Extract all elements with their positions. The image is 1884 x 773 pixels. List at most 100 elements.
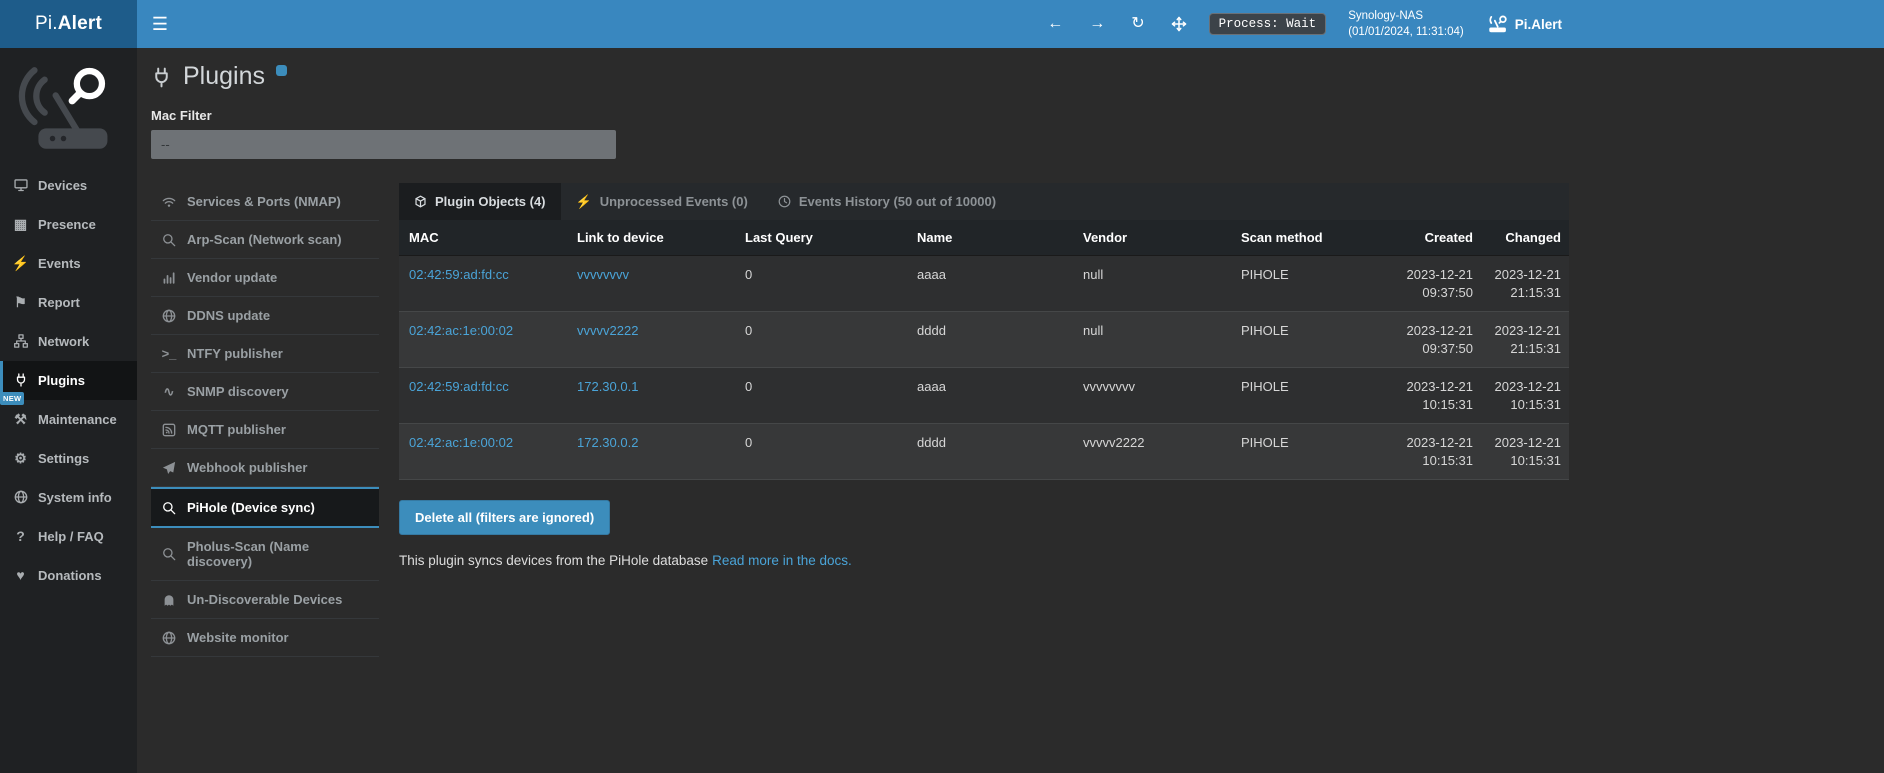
- plugin-nav-item-un-discoverable-devices[interactable]: Un-Discoverable Devices: [151, 581, 379, 619]
- sidebar-item-events[interactable]: ⚡Events: [0, 244, 137, 283]
- plug-icon: [12, 373, 29, 387]
- tab-label: Plugin Objects (4): [435, 194, 546, 209]
- sidebar-item-help-faq[interactable]: ? Help / FAQ: [0, 517, 137, 556]
- plugin-nav-item-vendor-update[interactable]: Vendor update: [151, 259, 379, 297]
- cell-name: dddd: [907, 424, 1073, 480]
- column-header-vendor: Vendor: [1073, 220, 1231, 256]
- sidebar-item-donations[interactable]: ♥ Donations: [0, 556, 137, 595]
- tab-plugin-objects-4[interactable]: Plugin Objects (4): [399, 183, 561, 220]
- paper-plane-icon: [161, 461, 177, 475]
- plugin-nav-item-services-ports-nmap[interactable]: Services & Ports (NMAP): [151, 183, 379, 221]
- sidebar-item-maintenance[interactable]: ⚒MaintenanceNEW: [0, 400, 137, 439]
- tab-events-history-50-out-of-10000[interactable]: Events History (50 out of 10000): [763, 183, 1011, 220]
- device-link[interactable]: vvvvvvvv: [577, 267, 629, 282]
- plugin-nav-item-pholus-scan-name-discovery[interactable]: Pholus-Scan (Name discovery): [151, 528, 379, 581]
- mac-link[interactable]: 02:42:ac:1e:00:02: [409, 435, 513, 450]
- logo-text-bold: Alert: [58, 13, 102, 35]
- cell-name: dddd: [907, 312, 1073, 368]
- cell-scan-method: PIHOLE: [1231, 312, 1389, 368]
- mac-filter-input[interactable]: [151, 130, 616, 159]
- sidebar-item-label: Help / FAQ: [38, 529, 104, 544]
- sitemap-icon: [12, 334, 29, 348]
- plugin-nav-label: Website monitor: [187, 630, 289, 645]
- host-name: Synology-NAS: [1348, 8, 1464, 24]
- arrow-left-icon: ←: [1047, 16, 1063, 32]
- header-nav-controls: ← → ↻: [1047, 16, 1186, 32]
- rss-square-icon: [161, 423, 177, 437]
- device-link[interactable]: vvvvv2222: [577, 323, 638, 338]
- globe-icon: [161, 631, 177, 645]
- sidebar-item-label: Devices: [38, 178, 87, 193]
- tools-icon: ⚒: [12, 412, 29, 426]
- mac-link[interactable]: 02:42:59:ad:fd:cc: [409, 379, 509, 394]
- cell-name: aaaa: [907, 368, 1073, 424]
- delete-all-button[interactable]: Delete all (filters are ignored): [399, 500, 610, 535]
- heart-icon: ♥: [12, 568, 29, 582]
- sidebar-item-settings[interactable]: ⚙Settings: [0, 439, 137, 478]
- sidebar-item-report[interactable]: ⚑Report: [0, 283, 137, 322]
- mac-link[interactable]: 02:42:59:ad:fd:cc: [409, 267, 509, 282]
- question-icon: ?: [12, 529, 29, 543]
- cell-scan-method: PIHOLE: [1231, 424, 1389, 480]
- plugin-objects-table-body: 02:42:59:ad:fd:ccvvvvvvvv0aaaanullPIHOLE…: [399, 256, 1569, 480]
- sidebar-menu: Devices▦Presence⚡Events⚑ReportNetworkPlu…: [0, 166, 137, 595]
- refresh-button[interactable]: ↻: [1131, 16, 1144, 32]
- cell-created: 2023-12-21 10:15:31: [1389, 424, 1481, 480]
- sidebar-item-label: System info: [38, 490, 112, 505]
- cell-changed: 2023-12-21 10:15:31: [1481, 368, 1569, 424]
- chart-bars-icon: [161, 271, 177, 285]
- move-button[interactable]: [1171, 16, 1187, 32]
- table-row: 02:42:59:ad:fd:ccvvvvvvvv0aaaanullPIHOLE…: [399, 256, 1569, 312]
- cell-link: vvvvv2222: [567, 312, 735, 368]
- plugin-nav-label: NTFY publisher: [187, 346, 283, 361]
- tab-unprocessed-events-0[interactable]: ⚡Unprocessed Events (0): [561, 183, 763, 220]
- move-icon: [1171, 16, 1187, 32]
- plugin-nav-item-ntfy-publisher[interactable]: >_NTFY publisher: [151, 335, 379, 373]
- sidebar-item-label: Report: [38, 295, 80, 310]
- plugin-nav-item-snmp-discovery[interactable]: ∿SNMP discovery: [151, 373, 379, 411]
- cell-vendor: null: [1073, 312, 1231, 368]
- device-link[interactable]: 172.30.0.2: [577, 435, 638, 450]
- sidebar-toggle-button[interactable]: ☰: [137, 0, 183, 48]
- title-help-badge[interactable]: [276, 65, 287, 76]
- cell-vendor: vvvvv2222: [1073, 424, 1231, 480]
- header-brand: Pi.Alert: [1486, 15, 1562, 34]
- arrow-right-icon: →: [1089, 16, 1105, 32]
- cell-vendor: null: [1073, 256, 1231, 312]
- cell-mac: 02:42:59:ad:fd:cc: [399, 368, 567, 424]
- cell-name: aaaa: [907, 256, 1073, 312]
- cell-mac: 02:42:ac:1e:00:02: [399, 424, 567, 480]
- sidebar-item-label: Events: [38, 256, 81, 271]
- sidebar-item-label: Donations: [38, 568, 102, 583]
- plugin-nav-label: Services & Ports (NMAP): [187, 194, 341, 209]
- plugin-nav-item-arp-scan-network-scan[interactable]: Arp-Scan (Network scan): [151, 221, 379, 259]
- mac-filter-label: Mac Filter: [151, 108, 1884, 123]
- device-link[interactable]: 172.30.0.1: [577, 379, 638, 394]
- table-row: 02:42:ac:1e:00:02172.30.0.20ddddvvvvv222…: [399, 424, 1569, 480]
- mac-link[interactable]: 02:42:ac:1e:00:02: [409, 323, 513, 338]
- plugin-nav-item-mqtt-publisher[interactable]: MQTT publisher: [151, 411, 379, 449]
- magnifier-icon: [161, 233, 177, 247]
- plugin-nav-label: MQTT publisher: [187, 422, 286, 437]
- column-header-scan-method: Scan method: [1231, 220, 1389, 256]
- docs-link[interactable]: Read more in the docs.: [712, 553, 852, 568]
- sidebar-item-devices[interactable]: Devices: [0, 166, 137, 205]
- sidebar-item-label: Maintenance: [38, 412, 117, 427]
- plugin-nav-item-pihole-device-sync[interactable]: PiHole (Device sync): [151, 487, 379, 528]
- sidebar-item-system-info[interactable]: System info: [0, 478, 137, 517]
- cell-last-query: 0: [735, 256, 907, 312]
- sidebar-item-label: Presence: [38, 217, 96, 232]
- forward-button[interactable]: →: [1089, 16, 1105, 32]
- sidebar-item-network[interactable]: Network: [0, 322, 137, 361]
- plugin-nav-item-website-monitor[interactable]: Website monitor: [151, 619, 379, 657]
- plugin-panel: Plugin Objects (4) ⚡Unprocessed Events (0…: [399, 183, 1569, 568]
- back-button[interactable]: ←: [1047, 16, 1063, 32]
- plugin-nav-label: Vendor update: [187, 270, 277, 285]
- plugin-nav-item-webhook-publisher[interactable]: Webhook publisher: [151, 449, 379, 487]
- sidebar-item-presence[interactable]: ▦Presence: [0, 205, 137, 244]
- column-header-mac: MAC: [399, 220, 567, 256]
- sidebar-item-label: Network: [38, 334, 89, 349]
- app-logo[interactable]: Pi.Alert: [0, 0, 137, 48]
- cell-created: 2023-12-21 09:37:50: [1389, 256, 1481, 312]
- plugin-nav-item-ddns-update[interactable]: DDNS update: [151, 297, 379, 335]
